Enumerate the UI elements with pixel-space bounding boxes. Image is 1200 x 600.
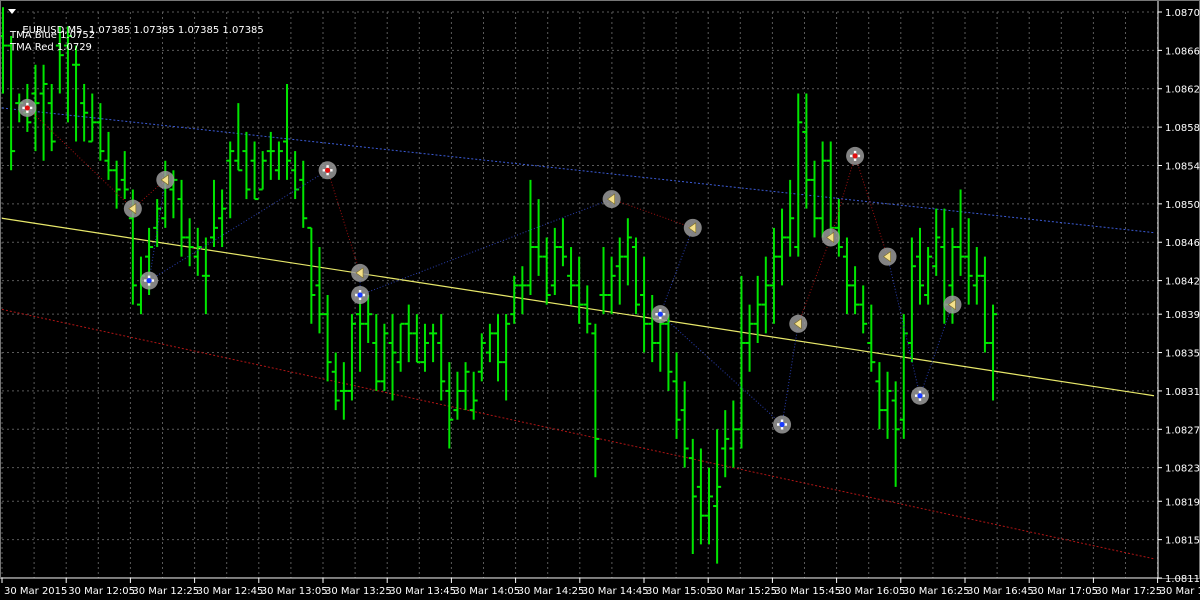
collapse-triangle-icon[interactable] [8,9,16,14]
chart-background [0,0,1200,600]
signal-dot [852,153,858,159]
signal-buy-icon [351,286,370,304]
y-tick-label: 1.08625 [1165,85,1200,96]
signal-sell-icon [18,98,37,117]
x-tick-label: 30 Mar 17:05 [1031,586,1098,597]
signal-dot [357,292,363,298]
y-tick-label: 1.08230 [1165,464,1200,475]
x-tick-label: 30 Mar 14:05 [453,586,520,597]
y-tick-label: 1.08425 [1165,277,1200,288]
signal-exit-icon [156,170,175,189]
y-tick-label: 1.08155 [1165,536,1200,547]
signal-dot [24,105,30,111]
signal-sell-icon [318,161,337,180]
x-tick-label: 30 Mar 14:25 [518,586,585,597]
signal-buy-icon [773,415,792,434]
y-tick-label: 1.08665 [1165,46,1200,57]
signal-exit-icon [602,190,621,209]
x-tick-label: 30 Mar 2015 [4,586,67,597]
y-tick-label: 1.08310 [1165,387,1200,398]
x-tick-label: 30 Mar 13:25 [325,586,392,597]
signal-exit-icon [878,247,897,266]
x-tick-label: 30 Mar 16:25 [903,586,970,597]
signal-dot [657,311,663,317]
x-tick-label: 30 Mar 15:05 [646,586,713,597]
x-tick-label: 30 Mar 13:05 [261,586,328,597]
signal-dot [146,278,152,284]
x-tick-label: 30 Mar 14:45 [582,586,649,597]
signal-buy-icon [651,305,670,324]
signal-dot [325,167,331,173]
x-tick-label: 30 Mar 17:25 [1095,586,1162,597]
signal-exit-icon [351,263,370,282]
signal-exit-icon [789,314,808,333]
signal-exit-icon [123,199,142,218]
x-tick-label: 30 Mar 15:45 [774,586,841,597]
y-tick-label: 1.08505 [1165,200,1200,211]
signal-exit-icon [821,228,840,247]
x-tick-label: 30 Mar 16:05 [839,586,906,597]
signal-buy-icon [140,271,159,290]
x-tick-label: 30 Mar 15:25 [710,586,777,597]
y-tick-label: 1.08350 [1165,349,1200,360]
x-tick-label: 30 Mar 17:45 [1160,586,1200,597]
y-tick-label: 1.08545 [1165,161,1200,172]
y-tick-label: 1.08195 [1165,497,1200,508]
y-tick-label: 1.08270 [1165,425,1200,436]
tma-red-label: TMA Red 1.0729 [10,42,92,53]
y-tick-label: 1.08465 [1165,238,1200,249]
price-chart[interactable]: 1.08705 1.08665 1.08625 1.08585 1.08545 1.085… [0,0,1200,600]
y-tick-label: 1.08585 [1165,123,1200,134]
tma-blue-label: TMA Blue 1.0752 [10,30,96,41]
signal-dot [917,393,923,399]
x-tick-label: 30 Mar 12:05 [68,586,135,597]
signal-dot [779,421,785,428]
x-tick-label: 30 Mar 12:25 [132,586,199,597]
signal-exit-icon [943,295,962,314]
x-tick-label: 30 Mar 16:45 [967,586,1034,597]
x-tick-label: 30 Mar 12:45 [197,586,264,597]
signal-exit-icon [683,218,702,237]
signal-buy-icon [910,386,929,405]
y-tick-label: 1.08115 [1165,574,1200,585]
x-tick-label: 30 Mar 13:45 [389,586,456,597]
signal-sell-icon [846,146,865,165]
y-tick-label: 1.08705 [1165,8,1200,19]
y-tick-label: 1.08390 [1165,310,1200,321]
